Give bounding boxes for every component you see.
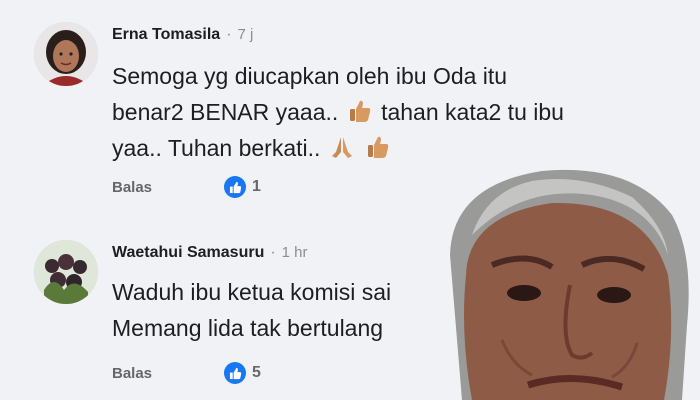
like-count[interactable]: 1 [252, 178, 261, 196]
thumbs-up-icon[interactable] [224, 176, 246, 198]
portrait-overlay-image [432, 165, 700, 400]
comment-line: yaa.. Tuhan berkati.. [112, 130, 564, 166]
avatar-photo [34, 240, 98, 304]
separator-dot: · [226, 26, 232, 43]
reply-button[interactable]: Balas [112, 365, 224, 382]
avatar-photo [34, 22, 98, 86]
comment-line-part: benar2 BENAR yaaa.. [112, 99, 339, 125]
comment-text: Waduh ibu ketua komisi sai Memang lida t… [112, 274, 391, 346]
comment-line: benar2 BENAR yaaa.. tahan kata2 tu ibu [112, 94, 564, 130]
comment-timestamp[interactable]: 7 j [238, 26, 254, 43]
thumbs-up-emoji [368, 136, 389, 158]
comment-line-part: tahan kata2 tu ibu [381, 99, 564, 125]
comment-text: Semoga yg diucapkan oleh ibu Oda itu ben… [112, 58, 564, 166]
like-count[interactable]: 5 [252, 364, 261, 382]
thumbs-up-emoji [349, 100, 371, 122]
comment-line: Memang lida tak bertulang [112, 315, 384, 341]
comment-line-part: yaa.. Tuhan berkati.. [112, 135, 321, 161]
thumbs-up-icon[interactable] [224, 362, 246, 384]
comment-line: Waduh ibu ketua komisi sai [112, 279, 392, 305]
avatar[interactable] [34, 22, 98, 86]
reply-button[interactable]: Balas [112, 179, 224, 196]
praying-hands-emoji [331, 137, 352, 158]
avatar[interactable] [34, 240, 98, 304]
separator-dot: · [270, 244, 276, 261]
comment-author[interactable]: Waetahui Samasuru [112, 244, 264, 262]
comment-timestamp[interactable]: 1 hr [282, 244, 308, 261]
comment-author[interactable]: Erna Tomasila [112, 26, 220, 44]
comment-line: Semoga yg diucapkan oleh ibu Oda itu [112, 63, 508, 89]
